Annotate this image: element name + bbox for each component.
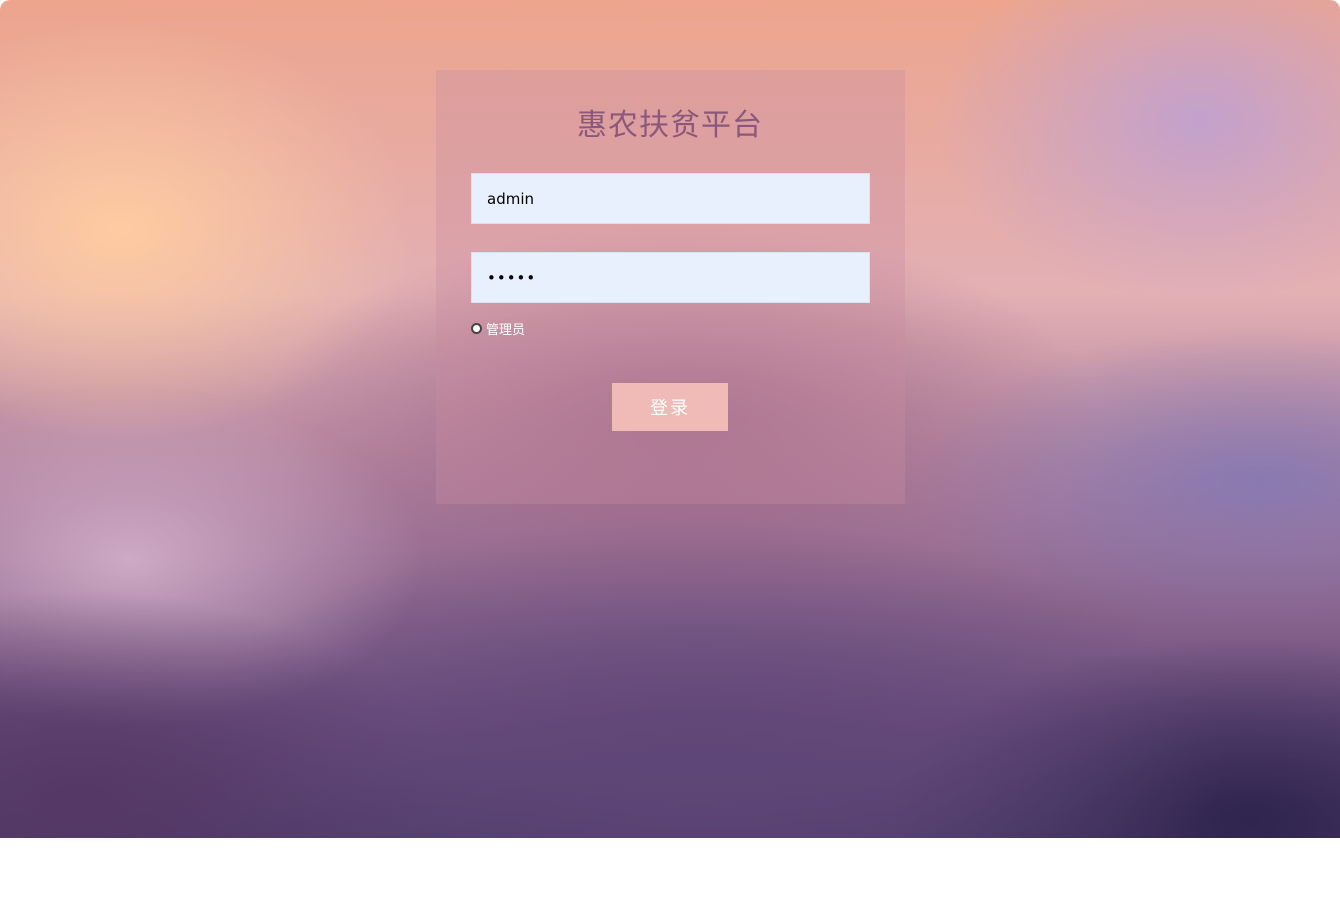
username-input[interactable] — [471, 173, 870, 224]
page-title: 惠农扶贫平台 — [577, 108, 763, 143]
role-label: 管理员 — [486, 322, 526, 338]
password-input[interactable] — [471, 252, 870, 303]
role-option-admin[interactable]: 管理员 — [471, 319, 526, 338]
login-button[interactable]: 登录 — [612, 383, 728, 431]
radio-icon[interactable] — [471, 322, 482, 334]
